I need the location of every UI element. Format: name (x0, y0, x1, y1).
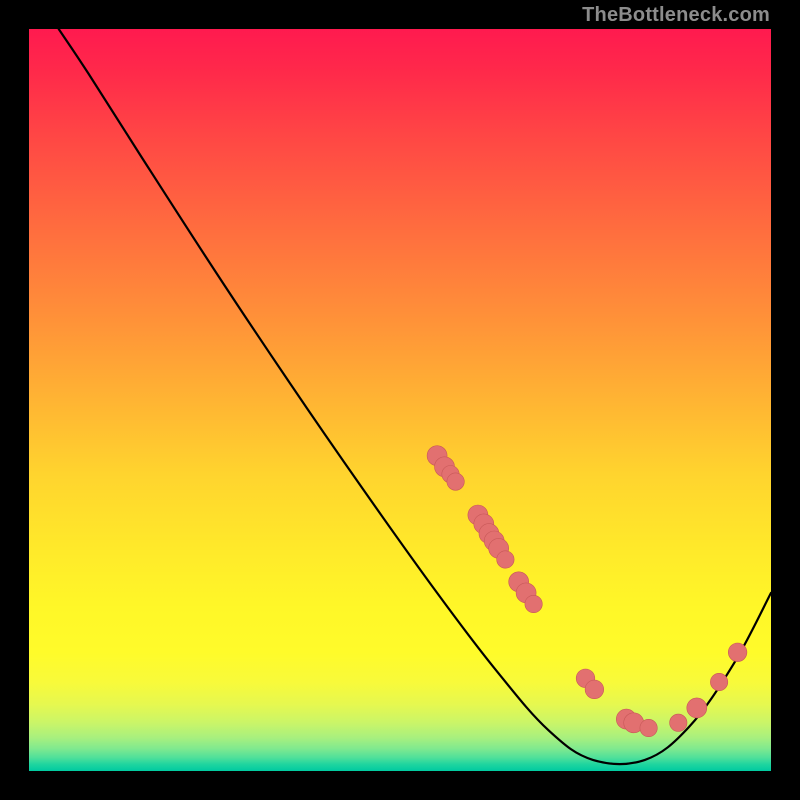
data-marker (640, 719, 657, 736)
figure-root: TheBottleneck.com (0, 0, 800, 800)
data-marker (687, 698, 707, 718)
attribution-text: TheBottleneck.com (582, 4, 770, 27)
plot-area (29, 29, 771, 771)
data-marker (525, 595, 542, 612)
data-marker (497, 551, 514, 568)
data-marker (447, 473, 464, 490)
data-marker (585, 680, 604, 699)
curve-layer (29, 29, 771, 771)
data-marker (710, 673, 727, 690)
bottleneck-curve (59, 29, 771, 764)
curve-path (59, 29, 771, 764)
data-marker (670, 714, 687, 731)
data-markers (427, 446, 747, 737)
data-marker (728, 643, 747, 662)
